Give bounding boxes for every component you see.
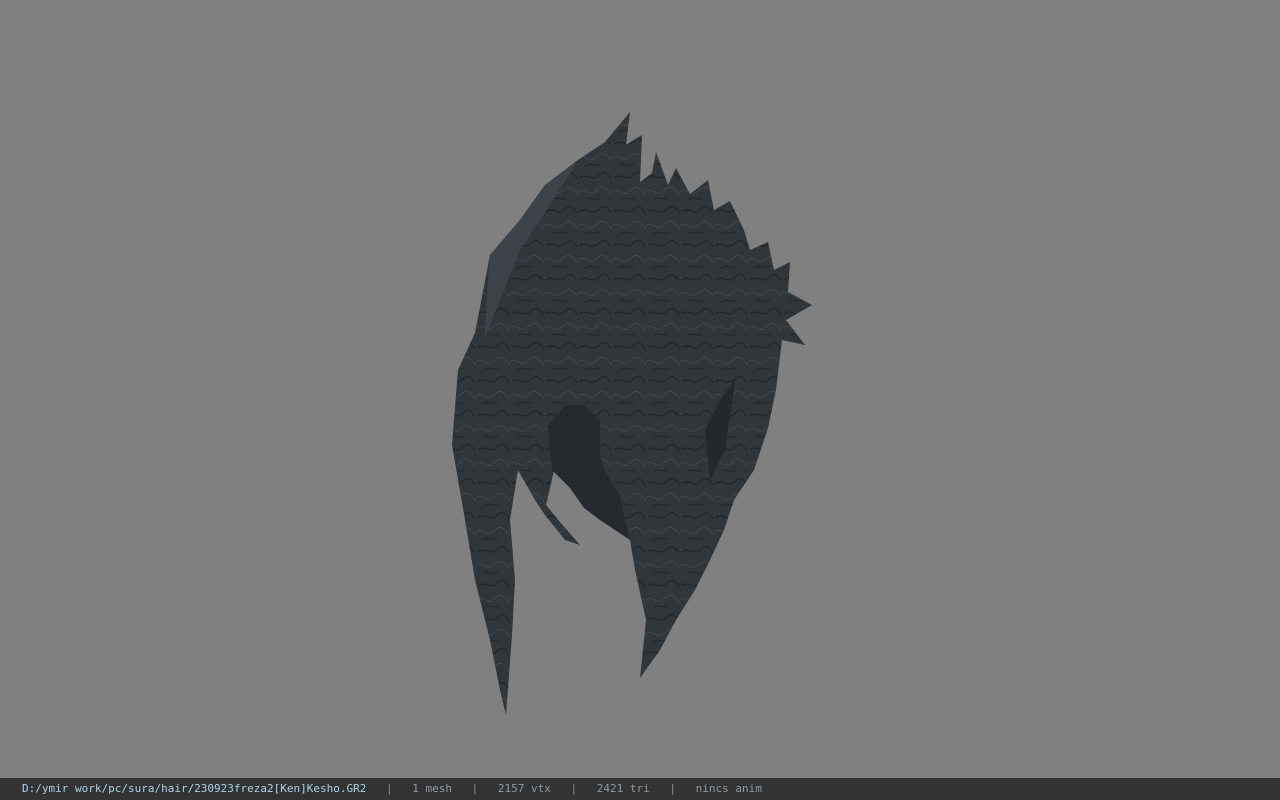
hair-shape <box>452 112 812 715</box>
status-vertex-count: 2157 vtx <box>497 782 551 795</box>
hair-model[interactable] <box>430 105 830 735</box>
status-triangle-count: 2421 tri <box>596 782 650 795</box>
status-separator: | <box>570 782 578 795</box>
status-separator: | <box>471 782 479 795</box>
status-mesh-count: 1 mesh <box>412 782 452 795</box>
status-file-path: D:/ymir work/pc/sura/hair/230923freza2[K… <box>22 782 367 795</box>
status-separator: | <box>386 782 393 795</box>
status-animation: nincs anim <box>695 782 762 795</box>
status-bar: D:/ymir work/pc/sura/hair/230923freza2[K… <box>0 778 1280 800</box>
status-separator: | <box>669 782 676 795</box>
3d-viewport[interactable] <box>0 0 1280 778</box>
